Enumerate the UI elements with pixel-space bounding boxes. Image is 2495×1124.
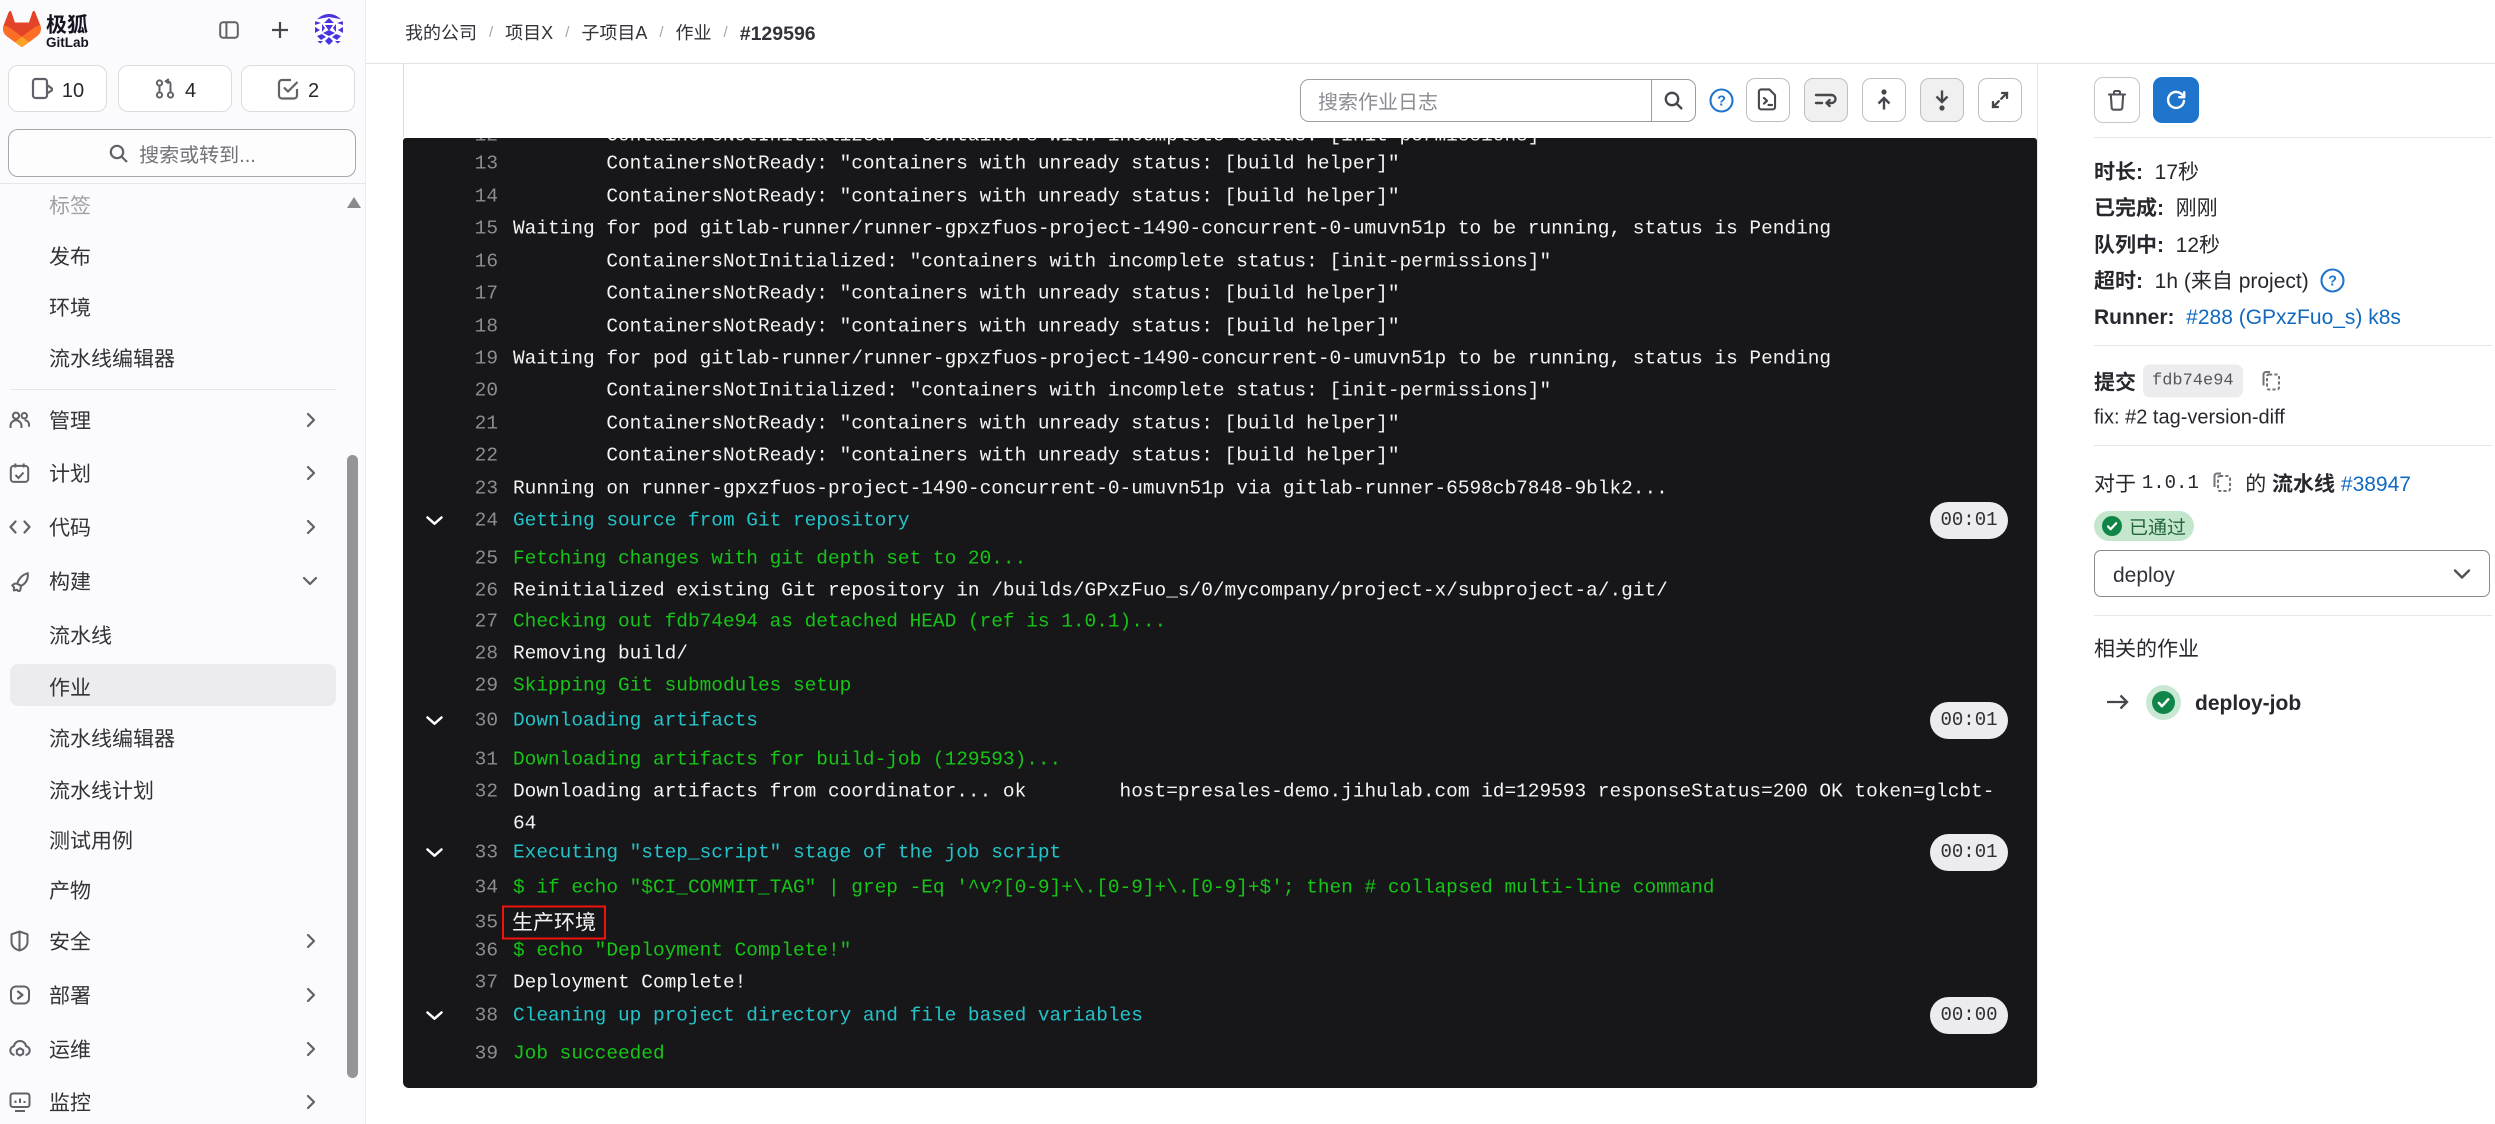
svg-text:?: ? (2328, 273, 2337, 289)
svg-text:?: ? (1717, 93, 1726, 109)
